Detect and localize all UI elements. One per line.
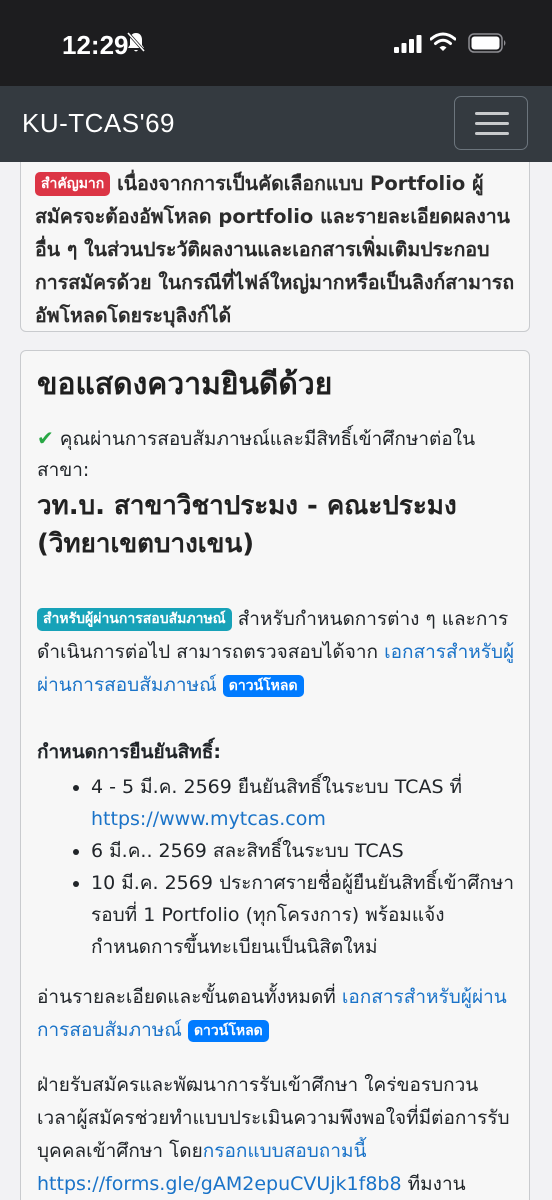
survey-link[interactable]: กรอกแบบสอบถามนี้ bbox=[203, 1140, 367, 1162]
wifi-icon bbox=[429, 32, 457, 56]
survey-paragraph: ฝ่ายรับสมัครและพัฒนาการรับเข้าศึกษา ใคร่… bbox=[37, 1069, 517, 1200]
navbar: KU-TCAS'69 bbox=[0, 86, 552, 162]
details-download-badge[interactable]: ดาวน์โหลด bbox=[187, 1020, 269, 1042]
deadline-text: 4 - 5 มี.ค. 2569 ยืนยันสิทธิ์ในระบบ TCAS… bbox=[91, 776, 463, 798]
download-badge[interactable]: ดาวน์โหลด bbox=[222, 675, 304, 697]
survey-tail: ทีมงาน bbox=[407, 1173, 466, 1195]
interview-passed-badge: สำหรับผู้ผ่านการสอบสัมภาษณ์ bbox=[37, 608, 232, 631]
congrats-heading: ขอแสดงความยินดีด้วย bbox=[37, 367, 333, 402]
status-time: 12:29 bbox=[62, 30, 129, 60]
hamburger-icon bbox=[475, 132, 509, 135]
status-bar: 12:29 bbox=[0, 0, 552, 86]
result-card: ขอแสดงความยินดีด้วย ✔ คุณผ่านการสอบสัมภาษ… bbox=[20, 350, 530, 1200]
notice-text-block: สำคัญมาก เนื่องจากการเป็นคัดเลือกแบบ Por… bbox=[35, 167, 521, 332]
important-badge: สำคัญมาก bbox=[35, 172, 111, 196]
navbar-brand[interactable]: KU-TCAS'69 bbox=[22, 108, 175, 139]
page-content: สำคัญมาก เนื่องจากการเป็นคัดเลือกแบบ Por… bbox=[0, 162, 552, 1200]
list-item: 6 มี.ค.. 2569 สละสิทธิ์ในระบบ TCAS bbox=[91, 835, 517, 867]
notice-card: สำคัญมาก เนื่องจากการเป็นคัดเลือกแบบ Por… bbox=[20, 162, 530, 332]
confirm-schedule-title: กำหนดการยืนยันสิทธิ์: bbox=[37, 741, 221, 763]
cellular-signal-icon bbox=[394, 35, 422, 57]
info-paragraph: สำหรับผู้ผ่านการสอบสัมภาษณ์ สำหรับกำหนดก… bbox=[37, 603, 517, 702]
menu-toggle-button[interactable] bbox=[454, 96, 528, 150]
deadline-text: 10 มี.ค. 2569 ประกาศรายชื่อผู้ยืนยันสิทธ… bbox=[91, 872, 514, 958]
mytcas-link[interactable]: https://www.mytcas.com bbox=[91, 808, 326, 830]
list-item: 4 - 5 มี.ค. 2569 ยืนยันสิทธิ์ในระบบ TCAS… bbox=[91, 771, 517, 835]
details-text: อ่านรายละเอียดและขั้นตอนทั้งหมดที่ bbox=[37, 986, 336, 1008]
passed-text: คุณผ่านการสอบสัมภาษณ์และมีสิทธิ์เข้าศึกษ… bbox=[37, 428, 476, 481]
deadline-text: 6 มี.ค.. 2569 สละสิทธิ์ในระบบ TCAS bbox=[91, 840, 404, 862]
list-item: 10 มี.ค. 2569 ประกาศรายชื่อผู้ยืนยันสิทธ… bbox=[91, 867, 517, 963]
battery-icon bbox=[468, 33, 508, 57]
survey-url-link[interactable]: https://forms.gle/gAM2epuCVUjk1f8b8 bbox=[37, 1173, 402, 1195]
hamburger-icon bbox=[475, 122, 509, 125]
deadline-list: 4 - 5 มี.ค. 2569 ยืนยันสิทธิ์ในระบบ TCAS… bbox=[37, 771, 517, 963]
bell-muted-icon bbox=[126, 30, 146, 58]
hamburger-icon bbox=[475, 112, 509, 115]
program-name: วท.บ. สาขาวิชาประมง - คณะประมง (วิทยาเขต… bbox=[37, 491, 457, 559]
passed-message: ✔ คุณผ่านการสอบสัมภาษณ์และมีสิทธิ์เข้าศึก… bbox=[37, 423, 517, 486]
details-paragraph: อ่านรายละเอียดและขั้นตอนทั้งหมดที่ เอกสา… bbox=[37, 981, 517, 1047]
check-icon: ✔ bbox=[37, 426, 54, 450]
